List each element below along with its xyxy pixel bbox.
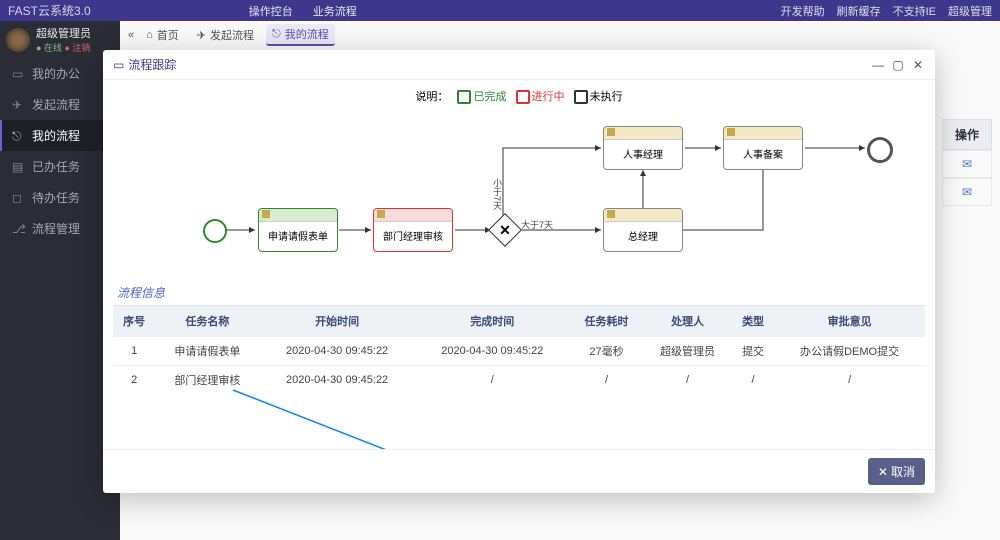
chat-icon: ▭	[113, 58, 124, 72]
end-node	[867, 137, 893, 163]
col-idx: 序号	[113, 306, 155, 337]
flow-diagram: 申请请假表单 部门经理审核 ✕ 小于7天 大于7天 人事经理 总经理 人事备案	[113, 108, 925, 278]
flow-connectors	[113, 108, 925, 278]
user-icon	[262, 210, 271, 219]
legend-doing: 进行中	[532, 91, 565, 103]
maximize-icon[interactable]: ▢	[891, 58, 905, 72]
gateway-label-gt: 大于7天	[521, 218, 553, 231]
user-icon	[607, 210, 616, 219]
node-gm[interactable]: 总经理	[603, 208, 683, 252]
col-start: 开始时间	[260, 306, 415, 337]
modal-body: 说明： 已完成 进行中 未执行 申请请假表单 部门经理审核 ✕ 小于7天	[103, 80, 935, 449]
node-apply[interactable]: 申请请假表单	[258, 208, 338, 252]
info-title: 流程信息	[117, 284, 925, 301]
col-end: 完成时间	[415, 306, 570, 337]
modal-header: ▭流程跟踪 — ▢ ✕	[103, 50, 935, 80]
cancel-button[interactable]: ✕取消	[868, 458, 925, 485]
col-type: 类型	[732, 306, 774, 337]
modal-title: ▭流程跟踪	[113, 56, 176, 73]
col-op: 审批意见	[774, 306, 925, 337]
table-row[interactable]: 1申请请假表单2020-04-30 09:45:222020-04-30 09:…	[113, 337, 925, 366]
col-dur: 任务耗时	[570, 306, 643, 337]
minimize-icon[interactable]: —	[871, 58, 885, 72]
legend-doing-icon	[516, 90, 530, 104]
user-icon	[607, 128, 616, 137]
gateway-label-lt: 小于7天	[491, 178, 504, 210]
node-dept-mgr[interactable]: 部门经理审核	[373, 208, 453, 252]
legend-done: 已完成	[473, 91, 506, 103]
col-name: 任务名称	[155, 306, 259, 337]
close-icon[interactable]: ✕	[911, 58, 925, 72]
table-row[interactable]: 2部门经理审核2020-04-30 09:45:22/////	[113, 366, 925, 395]
gateway-days: ✕	[488, 213, 522, 247]
modal-flow-trace: ▭流程跟踪 — ▢ ✕ 说明： 已完成 进行中 未执行	[103, 50, 935, 493]
legend-pending: 未执行	[590, 91, 623, 103]
legend: 说明： 已完成 进行中 未执行	[113, 88, 925, 104]
legend-pending-icon	[574, 90, 588, 104]
modal-footer: ✕取消	[103, 449, 935, 493]
node-hr-archive[interactable]: 人事备案	[723, 126, 803, 170]
start-node	[203, 219, 227, 243]
user-icon	[727, 128, 736, 137]
legend-done-icon	[457, 90, 471, 104]
user-icon	[377, 210, 386, 219]
close-x-icon: ✕	[878, 465, 888, 479]
flow-info-table: 序号 任务名称 开始时间 完成时间 任务耗时 处理人 类型 审批意见 1申请请假…	[113, 305, 925, 394]
node-hr-mgr[interactable]: 人事经理	[603, 126, 683, 170]
col-who: 处理人	[643, 306, 732, 337]
